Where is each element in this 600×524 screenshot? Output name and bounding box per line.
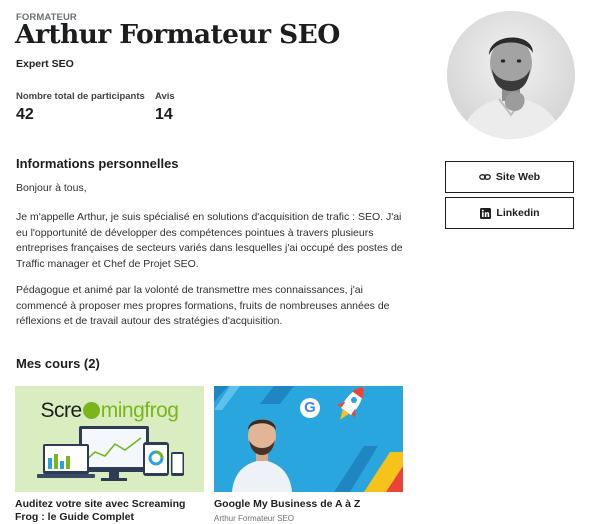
website-link-button[interactable]: Site Web [445, 161, 574, 193]
course-title[interactable]: Google My Business de A à Z [214, 498, 403, 511]
stat-participants-value: 42 [16, 106, 34, 123]
course-card-screaming-frog[interactable]: Scre mingfrog Auditez votre site avec Scr… [15, 386, 204, 524]
linkedin-link-label: Linkedin [496, 207, 540, 219]
instructor-name: Arthur Formateur SEO [15, 19, 340, 50]
course-card-google-my-business[interactable]: G Google My Business de A à Z Arthur For… [214, 386, 403, 523]
linkedin-icon [479, 207, 491, 219]
about-section-title: Informations personnelles [16, 156, 179, 171]
courses-section-title: Mes cours (2) [16, 356, 100, 371]
instructor-headline: Expert SEO [16, 58, 74, 70]
website-link-label: Site Web [495, 171, 541, 183]
link-icon [479, 171, 491, 183]
stat-reviews-value: 14 [155, 106, 173, 123]
stat-reviews-label: Avis [155, 91, 175, 102]
course-title[interactable]: Auditez votre site avec Screaming Frog :… [15, 498, 204, 524]
about-paragraph-teaching: Pédagogue et animé par la volonté de tra… [16, 284, 390, 327]
stat-participants-label: Nombre total de participants [16, 91, 145, 102]
instructor-avatar [447, 11, 575, 139]
screaming-frog-logo: Scre mingfrog [40, 399, 179, 422]
google-logo-icon: G [304, 399, 316, 416]
about-paragraph-greeting: Bonjour à tous, [16, 182, 87, 194]
course-thumbnail-screaming-frog: Scre mingfrog [15, 386, 204, 492]
about-paragraph-intro: Je m'appelle Arthur, je suis spécialisé … [16, 211, 403, 270]
frog-logo-icon [82, 402, 100, 419]
course-thumbnail-google-my-business: G [214, 386, 403, 492]
course-author: Arthur Formateur SEO [214, 514, 295, 523]
linkedin-link-button[interactable]: Linkedin [445, 197, 574, 229]
